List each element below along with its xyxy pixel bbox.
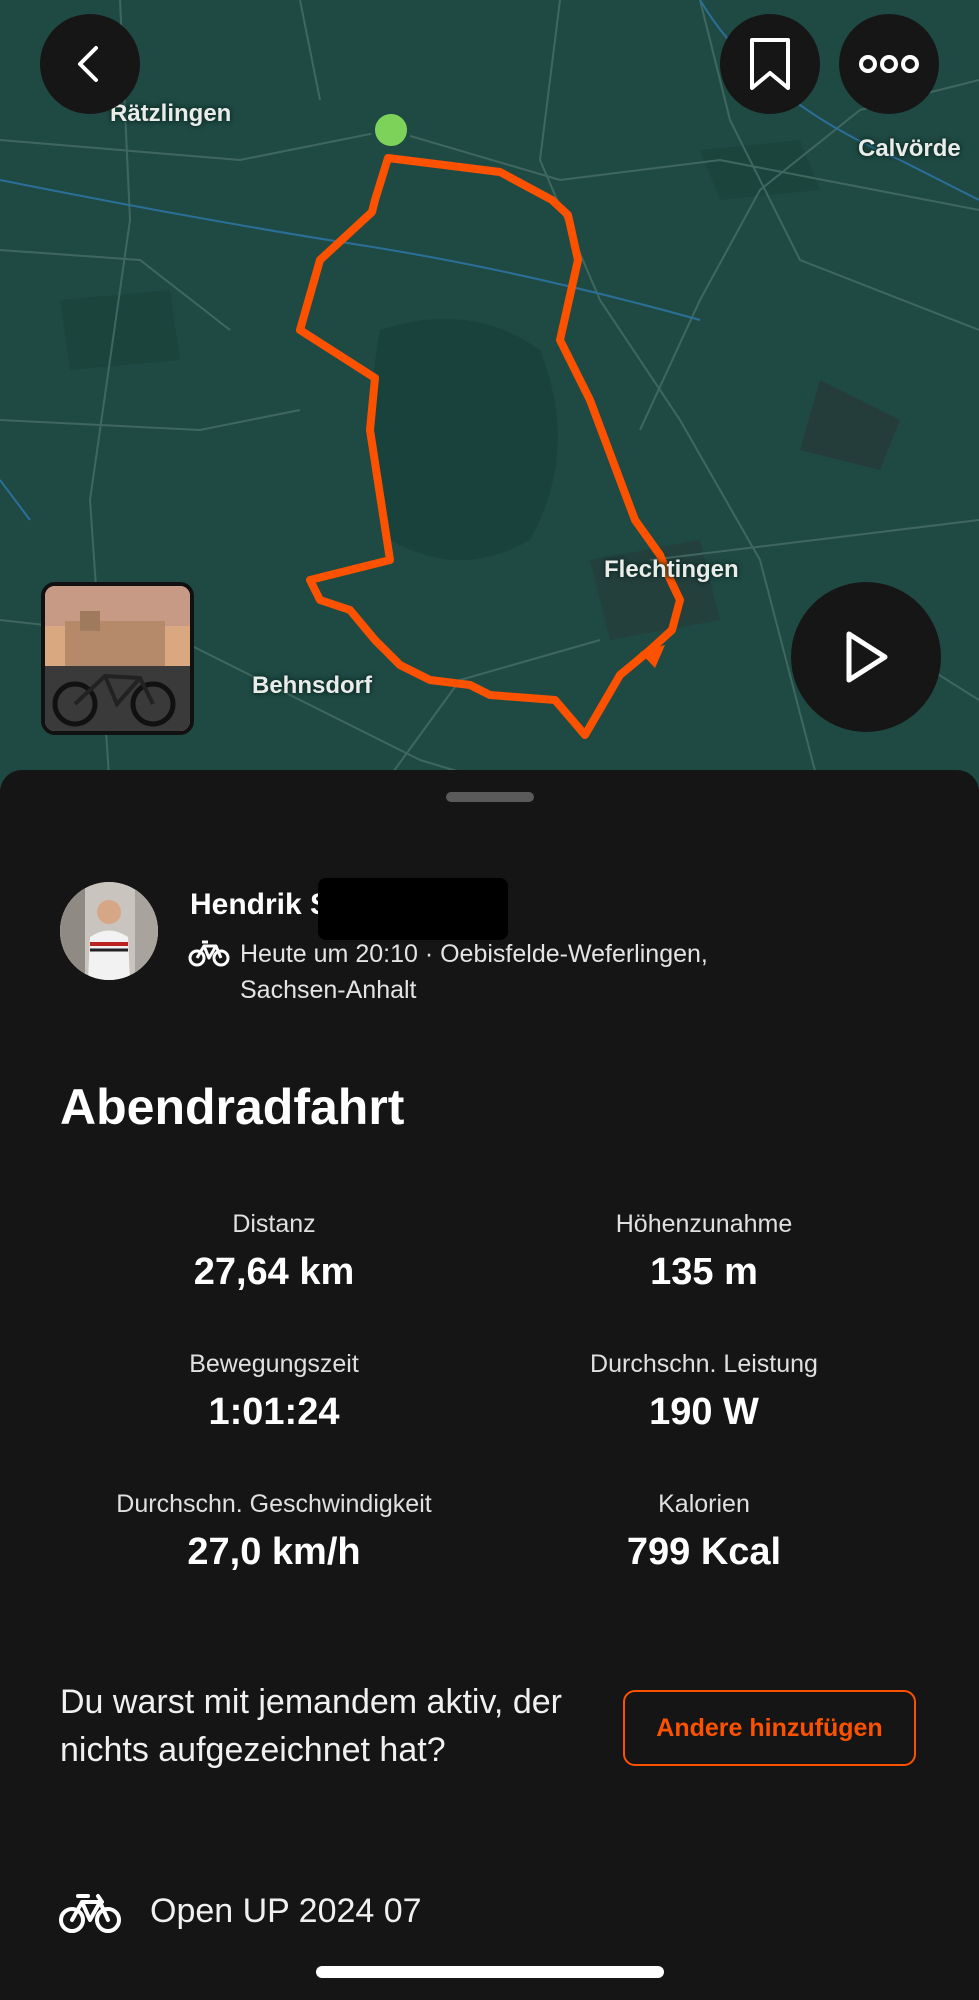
activity-details-sheet[interactable]: Hendrik S Heute um 20:10 · Oebisfelde-We… <box>0 770 979 2000</box>
stat-value: 27,0 km/h <box>187 1531 361 1573</box>
athlete-name[interactable]: Hendrik S <box>190 888 330 922</box>
stat-label: Kalorien <box>658 1490 750 1518</box>
stat-label: Bewegungszeit <box>189 1350 359 1378</box>
map-label-calvoerde: Calvörde <box>858 135 961 162</box>
name-redaction <box>318 878 508 940</box>
stat-avg-power: Durchschn. Leistung 190 W <box>494 1350 914 1434</box>
stat-calories: Kalorien 799 Kcal <box>494 1490 914 1574</box>
route-map[interactable]: Rätzlingen Calvörde Flechtingen Behnsdor… <box>0 0 979 790</box>
stat-value: 799 Kcal <box>626 1531 782 1573</box>
stat-value: 27,64 km <box>193 1251 355 1293</box>
stat-elevation-gain: Höhenzunahme 135 m <box>494 1210 914 1294</box>
stat-value: 190 W <box>649 1391 759 1433</box>
sheet-drag-handle[interactable] <box>446 792 534 802</box>
stat-value: 135 m <box>650 1251 758 1293</box>
bike-icon <box>59 1894 121 1933</box>
home-indicator[interactable] <box>316 1966 664 1978</box>
gear-name[interactable]: Open UP 2024 07 <box>150 1892 422 1931</box>
route-start-marker <box>371 110 411 150</box>
athlete-avatar[interactable] <box>60 882 158 980</box>
stat-moving-time: Bewegungszeit 1:01:24 <box>64 1350 484 1434</box>
back-button[interactable] <box>40 14 140 114</box>
activity-meta: Heute um 20:10 · Oebisfelde-Weferlingen,… <box>240 940 708 1004</box>
bike-photo <box>45 586 190 731</box>
play-icon <box>846 631 888 683</box>
stat-label: Durchschn. Geschwindigkeit <box>116 1490 432 1518</box>
stat-value: 1:01:24 <box>208 1391 340 1433</box>
stat-avg-speed: Durchschn. Geschwindigkeit 27,0 km/h <box>64 1490 484 1574</box>
stat-distance: Distanz 27,64 km <box>64 1210 484 1294</box>
play-flyover-button[interactable] <box>791 582 941 732</box>
stat-label: Durchschn. Leistung <box>590 1350 818 1378</box>
back-icon <box>78 46 98 82</box>
activity-photo-thumbnail[interactable] <box>41 582 194 735</box>
bookmark-button[interactable] <box>720 14 820 114</box>
add-others-prompt: Du warst mit jemandem aktiv, der nichts … <box>60 1683 562 1769</box>
more-icon <box>859 55 919 73</box>
bookmark-icon <box>750 38 790 90</box>
map-label-flechtingen: Flechtingen <box>604 556 739 583</box>
more-button[interactable] <box>839 14 939 114</box>
stat-label: Höhenzunahme <box>615 1210 793 1238</box>
map-label-raetzlingen: Rätzlingen <box>110 100 232 127</box>
add-others-button[interactable]: Andere hinzufügen <box>623 1690 916 1766</box>
stat-label: Distanz <box>232 1210 316 1238</box>
ride-type-icon <box>188 940 230 967</box>
activity-title: Abendradfahrt <box>60 1079 405 1135</box>
map-label-behnsdorf: Behnsdorf <box>252 672 372 699</box>
avatar-image <box>60 882 158 980</box>
